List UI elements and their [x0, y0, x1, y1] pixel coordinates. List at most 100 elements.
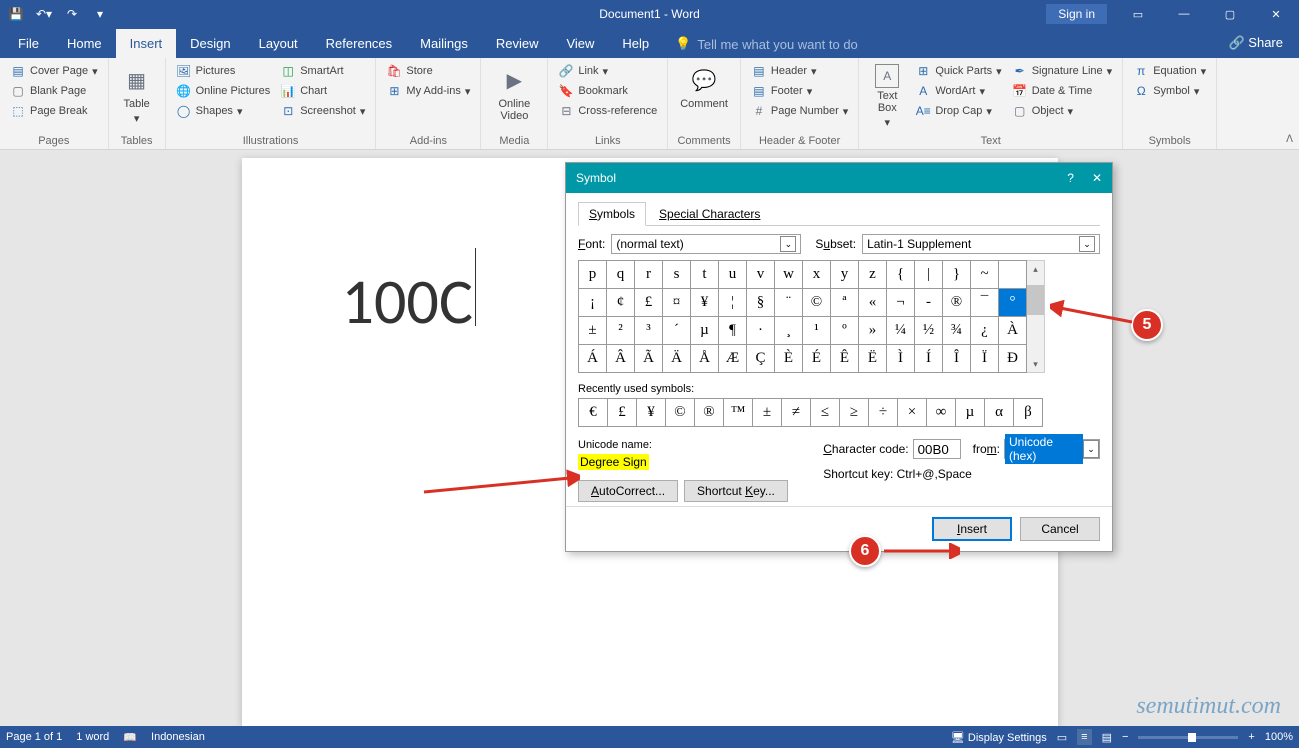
subset-dropdown[interactable]: Latin-1 Supplement⌄	[862, 234, 1100, 254]
signin-button[interactable]: Sign in	[1046, 4, 1107, 24]
shortcut-key-button[interactable]: Shortcut Key...	[684, 480, 788, 502]
symbol-cell[interactable]: y	[831, 261, 859, 289]
symbol-cell[interactable]: Æ	[719, 345, 747, 373]
quick-parts-button[interactable]: ⊞Quick Parts ▾	[913, 62, 1003, 80]
store-button[interactable]: 🛍Store	[384, 62, 472, 80]
symbol-cell[interactable]: ¯	[971, 289, 999, 317]
symbol-cell[interactable]: ±	[579, 317, 607, 345]
font-dropdown[interactable]: (normal text)⌄	[611, 234, 801, 254]
view-print-icon[interactable]: ≡	[1077, 729, 1091, 745]
header-button[interactable]: ▤Header ▾	[749, 62, 850, 80]
text-box-button[interactable]: AText Box▾	[867, 62, 907, 131]
symbol-cell[interactable]: Ï	[971, 345, 999, 373]
symbol-cell[interactable]: q	[607, 261, 635, 289]
symbol-cell[interactable]: ¾	[943, 317, 971, 345]
symbol-cell[interactable]: °	[999, 289, 1027, 317]
symbol-cell[interactable]: »	[859, 317, 887, 345]
status-words[interactable]: 1 word	[76, 731, 109, 743]
blank-page-button[interactable]: ▢Blank Page	[8, 82, 100, 100]
recent-symbol-cell[interactable]: ¥	[637, 399, 666, 427]
tab-help[interactable]: Help	[608, 29, 663, 58]
symbol-button[interactable]: ΩSymbol ▾	[1131, 82, 1208, 100]
undo-icon[interactable]: ↶▾	[34, 4, 54, 24]
symbol-cell[interactable]: u	[719, 261, 747, 289]
ribbon-display-icon[interactable]: ▭	[1115, 0, 1161, 28]
shapes-button[interactable]: ◯Shapes ▾	[174, 102, 273, 120]
zoom-slider[interactable]	[1138, 736, 1238, 739]
symbol-cell[interactable]: s	[663, 261, 691, 289]
tell-me-search[interactable]: 💡 Tell me what you want to do	[675, 36, 858, 58]
drop-cap-button[interactable]: A≡Drop Cap ▾	[913, 102, 1003, 120]
symbol-cell[interactable]: ¢	[607, 289, 635, 317]
symbol-cell[interactable]: ~	[971, 261, 999, 289]
signature-line-button[interactable]: ✒Signature Line ▾	[1010, 62, 1114, 80]
pictures-button[interactable]: 🖼Pictures	[174, 62, 273, 80]
collapse-ribbon-button[interactable]: ᐱ	[1286, 134, 1293, 145]
cover-page-button[interactable]: ▤Cover Page ▾	[8, 62, 100, 80]
recent-symbol-cell[interactable]: ©	[666, 399, 695, 427]
symbol-cell[interactable]: µ	[691, 317, 719, 345]
tab-references[interactable]: References	[312, 29, 406, 58]
view-read-icon[interactable]: ▭	[1057, 731, 1067, 744]
symbol-cell[interactable]: Á	[579, 345, 607, 373]
zoom-thumb[interactable]	[1188, 733, 1196, 742]
recent-symbol-cell[interactable]: ÷	[869, 399, 898, 427]
symbol-cell[interactable]: ¥	[691, 289, 719, 317]
object-button[interactable]: ▢Object ▾	[1010, 102, 1114, 120]
symbol-cell[interactable]: ·	[747, 317, 775, 345]
symbol-cell[interactable]: É	[803, 345, 831, 373]
symbol-cell[interactable]: È	[775, 345, 803, 373]
online-pictures-button[interactable]: 🌐Online Pictures	[174, 82, 273, 100]
tab-layout[interactable]: Layout	[245, 29, 312, 58]
symbol-cell[interactable]: «	[859, 289, 887, 317]
wordart-button[interactable]: AWordArt ▾	[913, 82, 1003, 100]
symbol-cell[interactable]: º	[831, 317, 859, 345]
symbol-cell[interactable]: ¬	[887, 289, 915, 317]
recent-symbol-cell[interactable]: ®	[695, 399, 724, 427]
table-button[interactable]: ▦Table▾	[117, 62, 157, 127]
dialog-close-button[interactable]: ✕	[1092, 171, 1102, 185]
page-number-button[interactable]: #Page Number ▾	[749, 102, 850, 120]
dialog-tab-symbols[interactable]: Symbols	[578, 202, 646, 226]
symbol-cell[interactable]: ³	[635, 317, 663, 345]
symbol-cell[interactable]: Ì	[887, 345, 915, 373]
zoom-in-button[interactable]: +	[1248, 731, 1254, 743]
symbol-cell[interactable]: §	[747, 289, 775, 317]
qat-customize-icon[interactable]: ▾	[90, 4, 110, 24]
cancel-button[interactable]: Cancel	[1020, 517, 1100, 541]
char-code-input[interactable]	[913, 439, 961, 459]
symbol-cell[interactable]	[999, 261, 1027, 289]
dialog-titlebar[interactable]: Symbol ? ✕	[566, 163, 1112, 193]
comment-button[interactable]: 💬Comment	[676, 62, 732, 112]
symbol-cell[interactable]: w	[775, 261, 803, 289]
symbol-cell[interactable]: Î	[943, 345, 971, 373]
symbol-cell[interactable]: À	[999, 317, 1027, 345]
symbol-cell[interactable]: r	[635, 261, 663, 289]
status-page[interactable]: Page 1 of 1	[6, 731, 62, 743]
symbol-cell[interactable]: Ä	[663, 345, 691, 373]
close-button[interactable]: ✕	[1253, 0, 1299, 28]
insert-button[interactable]: Insert	[932, 517, 1012, 541]
tab-design[interactable]: Design	[176, 29, 244, 58]
symbol-cell[interactable]: ¿	[971, 317, 999, 345]
symbol-cell[interactable]: ½	[915, 317, 943, 345]
symbol-cell[interactable]: -	[915, 289, 943, 317]
symbol-cell[interactable]: Ã	[635, 345, 663, 373]
symbol-cell[interactable]: Ð	[999, 345, 1027, 373]
symbol-cell[interactable]: Í	[915, 345, 943, 373]
symbol-cell[interactable]: ¸	[775, 317, 803, 345]
scroll-up-icon[interactable]: ▴	[1027, 261, 1044, 277]
recent-symbol-cell[interactable]: ≠	[782, 399, 811, 427]
symbol-cell[interactable]: x	[803, 261, 831, 289]
symbol-cell[interactable]: ¦	[719, 289, 747, 317]
symbol-cell[interactable]: ´	[663, 317, 691, 345]
symbol-cell[interactable]: p	[579, 261, 607, 289]
proofing-icon[interactable]: 📖	[123, 731, 137, 744]
recent-symbol-cell[interactable]: €	[579, 399, 608, 427]
symbol-cell[interactable]: }	[943, 261, 971, 289]
recent-symbol-cell[interactable]: β	[1014, 399, 1043, 427]
redo-icon[interactable]: ↷	[62, 4, 82, 24]
tab-view[interactable]: View	[552, 29, 608, 58]
symbol-cell[interactable]: ®	[943, 289, 971, 317]
chart-button[interactable]: 📊Chart	[278, 82, 367, 100]
